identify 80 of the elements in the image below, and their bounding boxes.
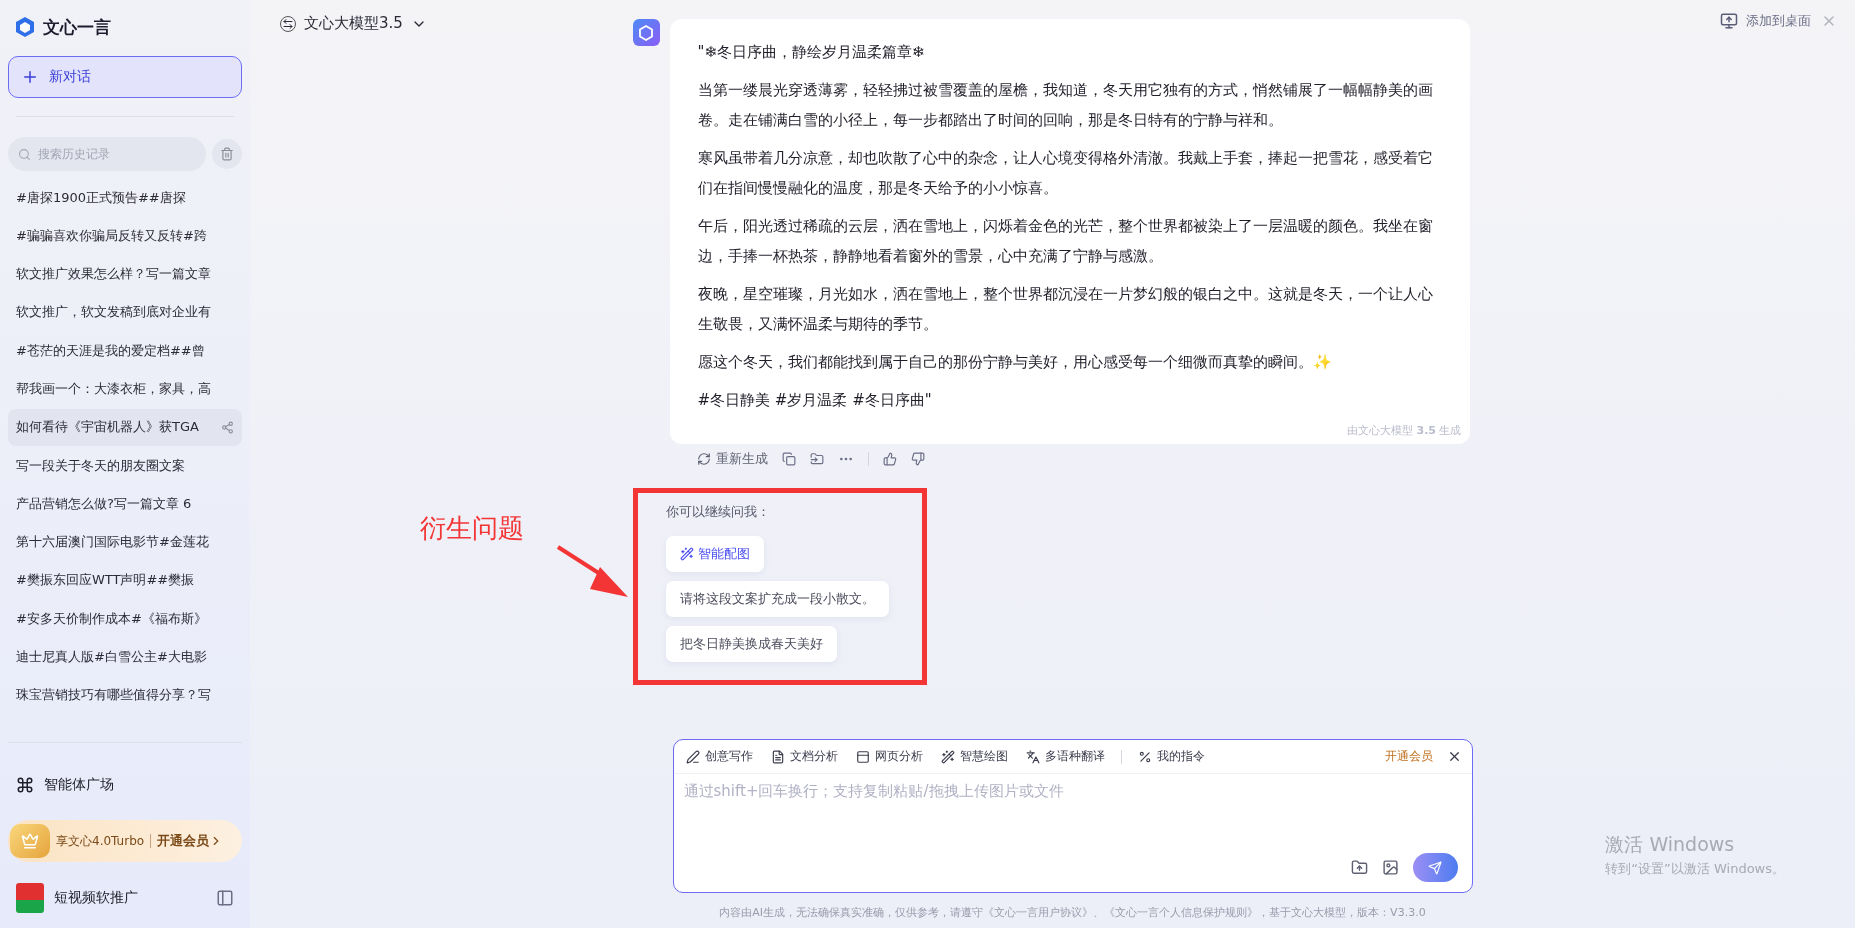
history-item[interactable]: 帮我画一个：大漆衣柜，家具，高 xyxy=(8,370,242,408)
tool-button[interactable]: 我的指令 xyxy=(1135,748,1207,765)
send-icon xyxy=(1428,860,1442,875)
image-icon xyxy=(1381,859,1399,876)
suggestion-chip[interactable]: 请将这段文案扩充成一段小散文。 xyxy=(665,581,889,617)
model-selector[interactable]: 文心大模型3.5 xyxy=(280,14,427,33)
smart-image-button[interactable]: 智能配图 xyxy=(665,536,764,572)
search-icon xyxy=(18,147,31,161)
plus-icon xyxy=(21,68,39,86)
monitor-icon xyxy=(1720,12,1738,30)
command-icon xyxy=(16,775,34,794)
upload-file-button[interactable] xyxy=(1350,859,1368,876)
sidebar-toggle-icon[interactable] xyxy=(216,889,234,907)
upgrade-link[interactable]: 开通会员 xyxy=(157,832,224,850)
history-item[interactable]: 珠宝营销技巧有哪些值得分享？写 xyxy=(8,676,242,714)
thumbs-down-icon[interactable] xyxy=(910,452,925,466)
activation-subtitle: 转到“设置”以激活 Windows。 xyxy=(1605,860,1785,878)
history-item[interactable]: 软文推广效果怎么样？写一篇文章 xyxy=(8,255,242,293)
suggestion-chip[interactable]: 把冬日静美换成春天美好 xyxy=(665,626,837,662)
upload-image-button[interactable] xyxy=(1381,859,1399,876)
share-icon[interactable] xyxy=(221,420,234,434)
annotation-label: 衍生问题 xyxy=(419,512,524,545)
promo-text: 享文心4.0Turbo xyxy=(56,832,145,850)
thumbs-up-icon[interactable] xyxy=(882,452,897,466)
chat-input-box[interactable]: 创意写作 文档分析 网页分析 智慧绘图 多语种翻译 我的指令 开通会员 通过shift+回车换行；支持复制粘贴/拖拽上传图片或文件 xyxy=(672,739,1473,893)
tool-button[interactable]: 多语种翻译 xyxy=(1023,748,1107,765)
user-avatar xyxy=(16,883,44,913)
history-item[interactable]: #樊振东回应WTT声明##樊振 xyxy=(8,561,242,599)
bot-avatar xyxy=(632,19,660,46)
crown-icon xyxy=(10,824,50,858)
message-paragraph: 午后，阳光透过稀疏的云层，洒在雪地上，闪烁着金色的光芒，整个世界都被染上了一层温暖的颜色。我坐在窗边，手捧一杯热茶，静静地看着窗外的雪景，心中充满了宁静与感激。 xyxy=(697,216,1434,267)
folder-upload-icon xyxy=(1350,859,1368,876)
history-item[interactable]: #苍茫的天涯是我的爱定档##曾 xyxy=(8,332,242,370)
message-paragraph: 愿这个冬天，我们都能找到属于自己的那份宁静与美好，用心感受每一个细微而真挚的瞬间。✨ xyxy=(697,352,1333,373)
logo-icon xyxy=(14,16,36,38)
tool-button[interactable]: 文档分析 xyxy=(768,748,840,765)
refresh-icon xyxy=(696,452,711,466)
promo-banner[interactable]: 享文心4.0Turbo 开通会员 xyxy=(8,820,242,862)
history-item[interactable]: 如何看待《宇宙机器人》获TGA xyxy=(8,408,242,446)
history-item[interactable]: #安多天价制作成本#《福布斯》 xyxy=(8,600,242,638)
write-tool-icon xyxy=(685,749,700,764)
delete-button[interactable] xyxy=(212,139,242,169)
upgrade-link[interactable]: 开通会员 xyxy=(1384,748,1433,765)
translate-tool-icon xyxy=(1025,749,1040,764)
history-item[interactable]: 软文推广，软文发稿到底对企业有 xyxy=(8,293,242,331)
history-item[interactable]: 产品营销怎么做?写一篇文章 6 xyxy=(8,485,242,523)
annotation-arrow xyxy=(556,545,628,597)
logo-text: 文心一言 xyxy=(43,15,111,39)
tool-button[interactable]: 网页分析 xyxy=(853,748,925,765)
tool-button[interactable]: 智慧绘图 xyxy=(938,748,1010,765)
user-name: 短视频软推广 xyxy=(54,889,139,907)
followup-title: 你可以继续问我： xyxy=(665,503,770,521)
search-field[interactable]: 搜索历史记录 xyxy=(8,137,206,171)
search-input[interactable]: 搜索历史记录 xyxy=(36,146,186,162)
regenerate-button[interactable]: 重新生成 xyxy=(696,450,768,468)
message-paragraph: #冬日静美 #岁月温柔 #冬日序曲" xyxy=(697,390,933,411)
agent-square-link[interactable]: 智能体广场 xyxy=(44,775,114,794)
message-paragraph: 当第一缕晨光穿透薄雾，轻轻拂过被雪覆盖的屋檐，我知道，冬天用它独有的方式，悄然铺展了一幅幅静美的画卷。走在铺满白雪的小径上，每一步都踏出了时间的回响，那是冬日特有的宁静与祥和。 xyxy=(697,80,1434,131)
message-paragraph: 寒风虽带着几分凉意，却也吹散了心中的杂念，让人心境变得格外清澈。我戴上手套，捧起一把雪花，感受着它们在指间慢慢融化的温度，那是冬天给予的小小惊喜。 xyxy=(697,148,1434,199)
web-tool-icon xyxy=(855,749,870,764)
history-item[interactable]: 迪士尼真人版#白雪公主#大电影 xyxy=(8,638,242,676)
trash-icon xyxy=(220,147,234,161)
send-button[interactable] xyxy=(1412,853,1458,882)
history-item[interactable]: #骗骗喜欢你骗局反转又反转#跨 xyxy=(8,217,242,255)
activation-title: 激活 Windows xyxy=(1605,832,1736,857)
add-to-desktop-button[interactable]: 添加到桌面 xyxy=(1720,12,1811,30)
draw-tool-icon xyxy=(940,749,955,764)
history-item[interactable]: #唐探1900正式预告##唐探 xyxy=(8,179,242,216)
doc-tool-icon xyxy=(770,749,785,764)
wand-icon xyxy=(679,547,694,561)
history-item[interactable]: 写一段关于冬天的朋友圈文案 xyxy=(8,447,242,485)
tool-button[interactable]: 创意写作 xyxy=(683,748,755,765)
custom-tool-icon xyxy=(1137,749,1152,764)
message-paragraph: "❄冬日序曲，静绘岁月温柔篇章❄ xyxy=(697,42,926,63)
copy-icon[interactable] xyxy=(781,452,796,466)
model-credit: 由文心大模型 3.5 生成 xyxy=(1347,423,1462,438)
folder-icon[interactable] xyxy=(809,452,824,466)
message-paragraph: 夜晚，星空璀璨，月光如水，洒在雪地上，整个世界都沉浸在一片梦幻般的银白之中。这就是冬天，一个让人心生敬畏，又满怀温柔与期待的季节。 xyxy=(697,284,1434,335)
new-chat-button[interactable]: 新对话 xyxy=(8,56,242,98)
history-item[interactable]: 第十六届澳门国际电影节#金莲花 xyxy=(8,523,242,561)
